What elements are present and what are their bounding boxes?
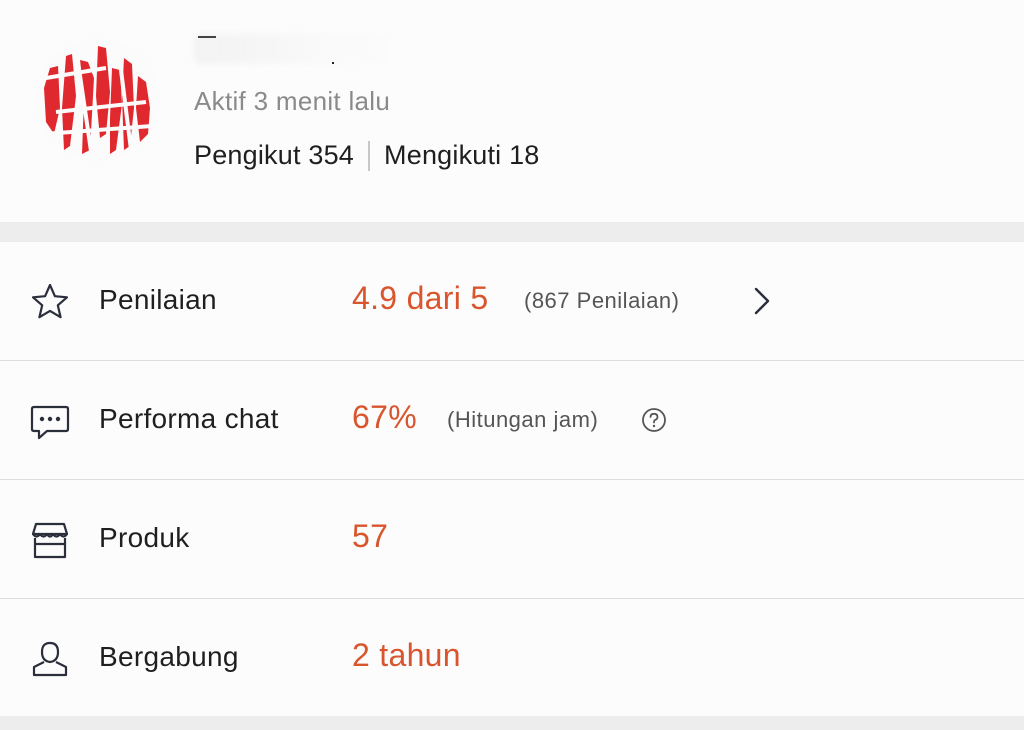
joined-row: Bergabung 2 tahun [0,599,1024,717]
joined-label: Bergabung [99,641,239,672]
shop-avatar[interactable] [36,38,160,162]
following-count[interactable]: Mengikuti 18 [384,140,540,171]
shop-stats-list: Penilaian 4.9 dari 5 (867 Penilaian) Per… [0,242,1024,716]
active-status-text: Aktif 3 menit lalu [194,86,391,116]
star-icon [31,283,69,319]
chat-bubble-icon [30,405,70,440]
store-icon [31,522,69,559]
redacted-mark [198,36,216,38]
shop-name-redacted [194,26,414,66]
redacted-mark [332,62,334,64]
rating-row[interactable]: Penilaian 4.9 dari 5 (867 Penilaian) [0,242,1024,360]
products-label: Produk [99,522,190,553]
chat-performance-label: Performa chat [99,403,279,434]
chevron-right-icon[interactable] [748,285,776,317]
shop-profile-header: Aktif 3 menit lalu Pengikut 354 Mengikut… [0,0,1024,222]
rating-value: 4.9 dari 5 [352,280,489,316]
joined-value: 2 tahun [352,637,461,673]
chat-performance-value: 67% [352,399,417,435]
products-value: 57 [352,518,389,554]
user-icon [32,641,68,677]
redacted-name-blur [194,34,404,64]
products-row[interactable]: Produk 57 [0,480,1024,598]
rating-label: Penilaian [99,284,217,315]
help-icon[interactable] [641,407,667,433]
divider [368,140,371,171]
shop-info-page: Aktif 3 menit lalu Pengikut 354 Mengikut… [0,0,1024,730]
chat-performance-note: (Hitungan jam) [447,407,599,432]
follow-stats: Pengikut 354 Mengikuti 18 [194,140,540,171]
followers-count[interactable]: Pengikut 354 [194,140,354,171]
rating-count: (867 Penilaian) [524,288,680,313]
chat-performance-row: Performa chat 67% (Hitungan jam) [0,361,1024,479]
